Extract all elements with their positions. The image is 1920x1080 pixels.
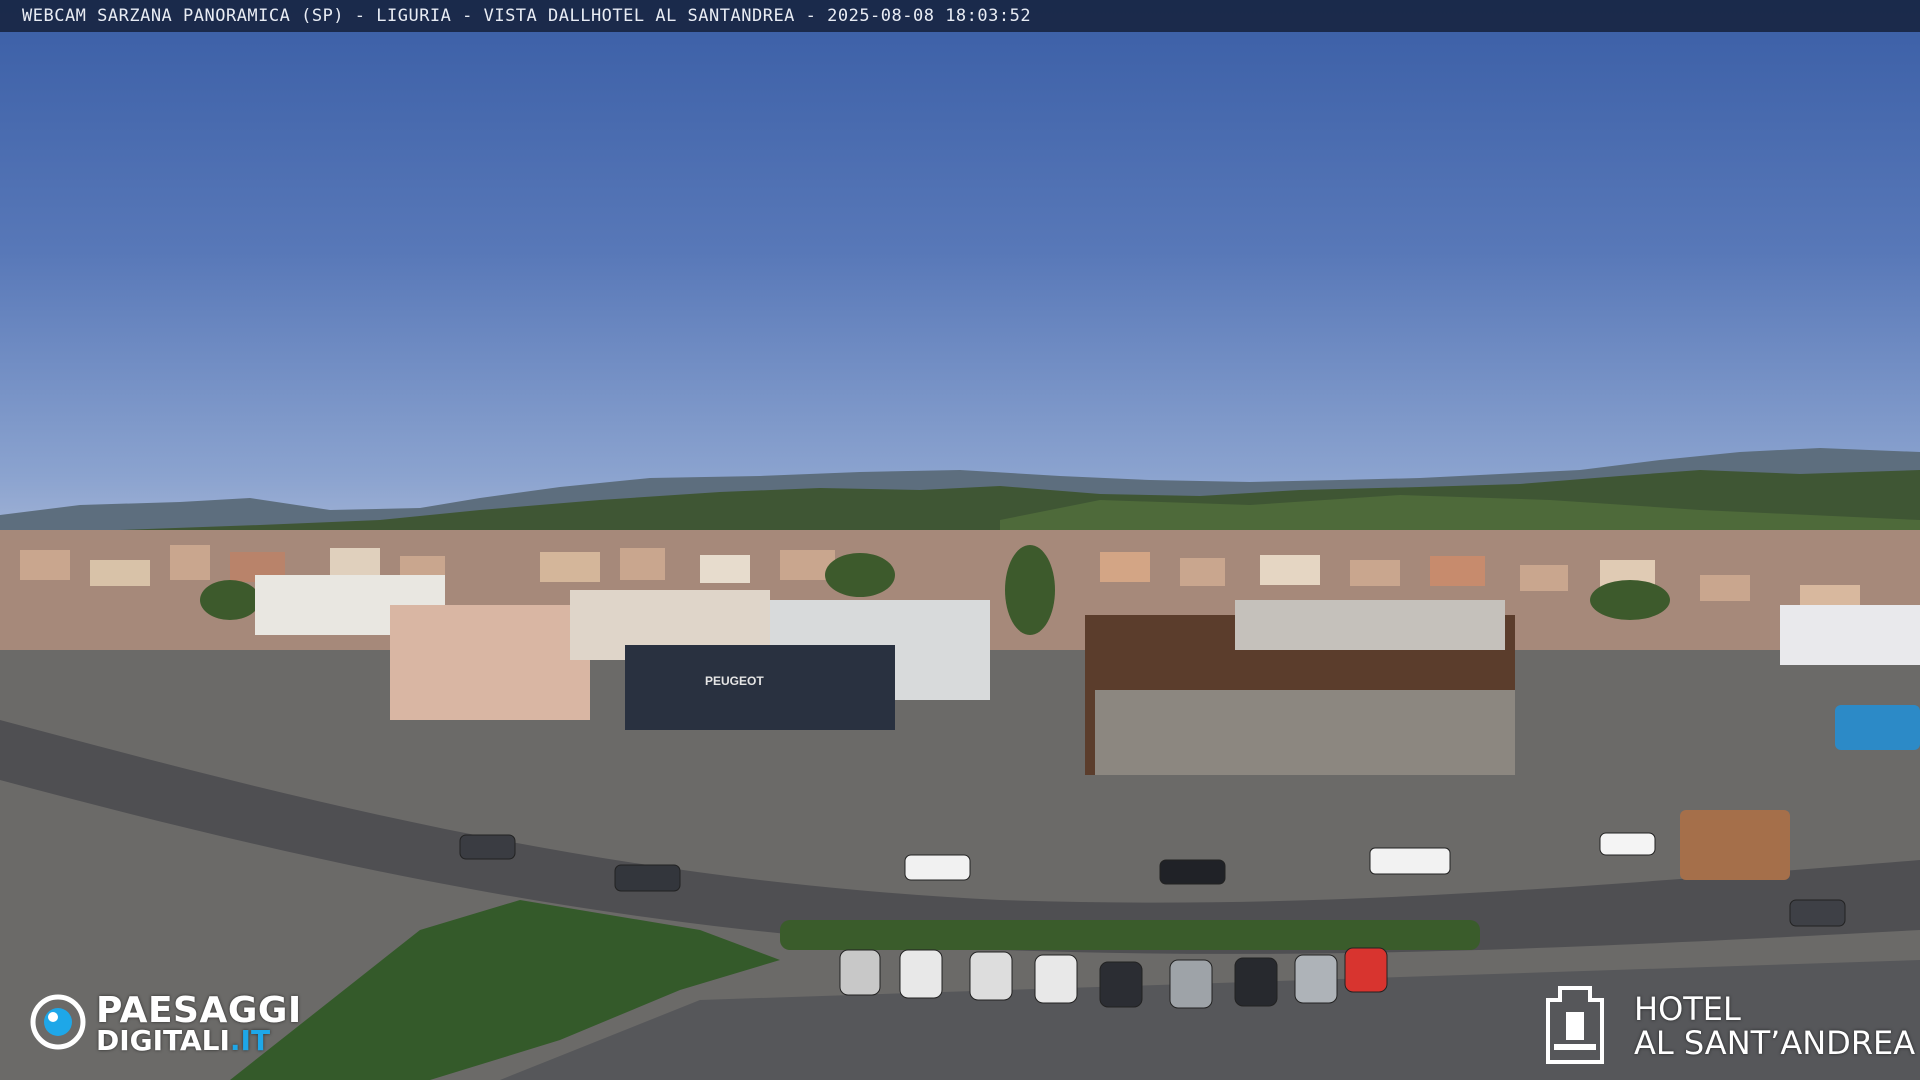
restaurant-upper [1235,600,1505,650]
peugeot-sign: PEUGEOT [705,674,764,688]
hedge-middle [780,920,1480,950]
paesaggi-digitali-logo: PAESAGGI DIGITALI.IT [30,990,350,1060]
logo-left-line2-accent: .IT [229,1024,271,1057]
salmon-building [390,605,590,720]
logo-left-line2: DIGITALI.IT [96,1024,270,1057]
hay-truck [1680,810,1790,880]
hotel-sant-andrea-logo: HOTEL AL SANT’ANDREA [1540,978,1915,1068]
right-white-building [1780,605,1920,665]
webcam-frame: PEUGEOT WEBCAM SARZANA PANORAMICA (SP) -… [0,0,1920,1080]
logo-right-line2: AL SANT’ANDREA [1634,1024,1916,1062]
logo-right-line1: HOTEL [1634,990,1741,1028]
blue-bus [1835,705,1920,750]
panorama-scene: PEUGEOT [0,448,1920,1080]
eye-logo-icon [30,994,86,1050]
restaurant-ground [1095,690,1515,775]
webcam-title-overlay: WEBCAM SARZANA PANORAMICA (SP) - LIGURIA… [0,0,1920,32]
hotel-emblem-icon [1546,986,1604,1064]
logo-left-line2-main: DIGITALI [96,1024,230,1057]
